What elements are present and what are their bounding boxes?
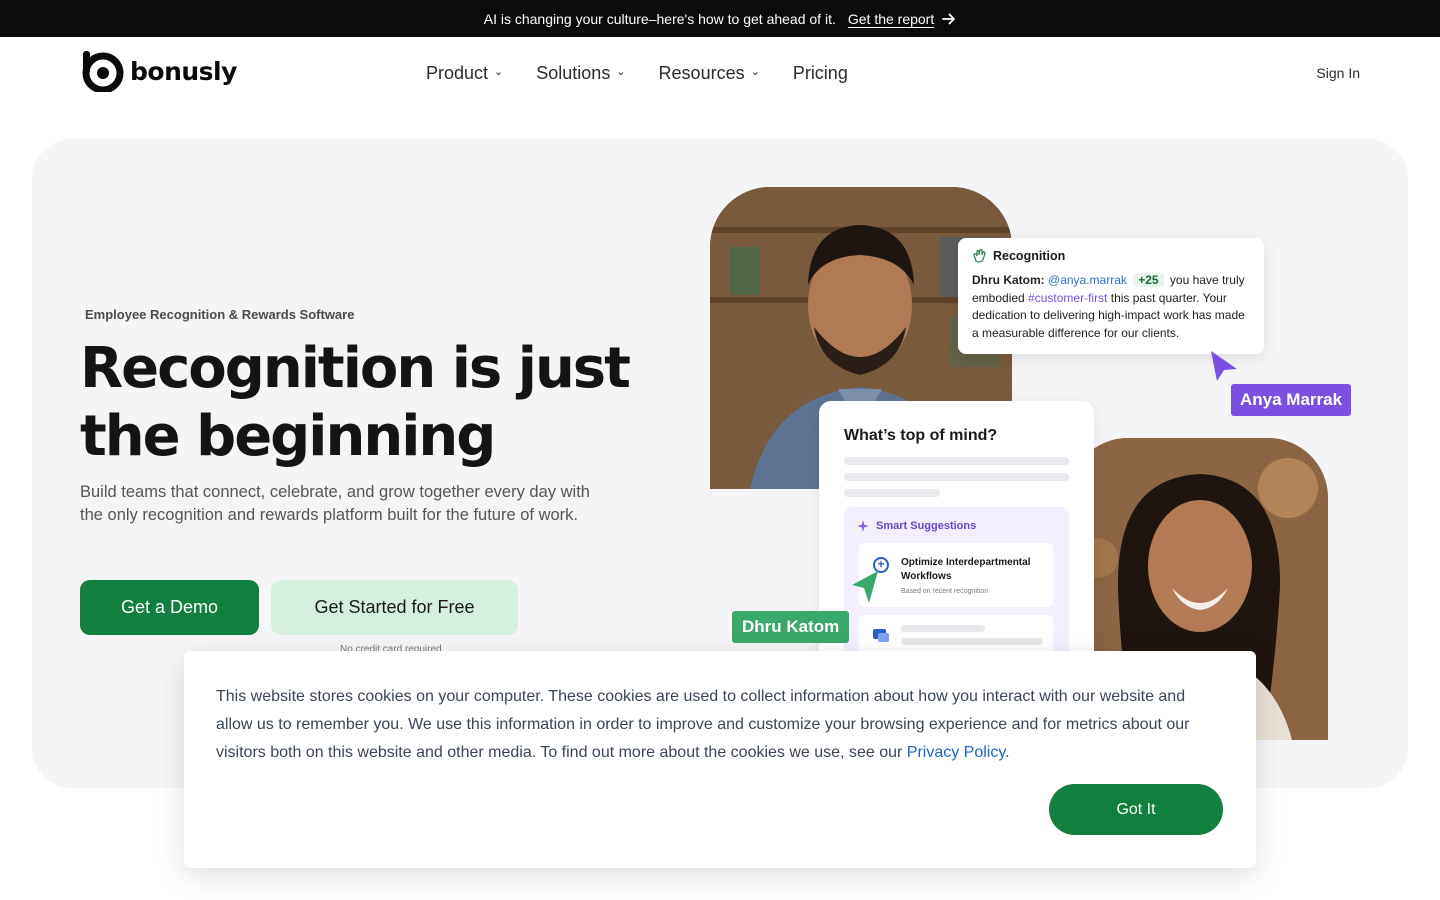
recognition-card: Recognition Dhru Katom: @anya.marrak +25… <box>958 238 1264 354</box>
nav-item-label: Pricing <box>792 63 848 83</box>
hero-subheadline: Build teams that connect, celebrate, and… <box>80 483 590 524</box>
top-of-mind-card: What’s top of mind? Smart Suggestions + … <box>819 401 1094 671</box>
announcement-bar: AI is changing your culture–here's how t… <box>0 0 1440 37</box>
recognition-points-badge: +25 <box>1133 273 1164 287</box>
announcement-text: AI is changing your culture–here's how t… <box>483 10 836 27</box>
bonusly-logo-icon <box>82 51 124 92</box>
placeholder-line <box>901 625 985 632</box>
top-nav: bonusly Product ⌄ Solutions ⌄ Resources … <box>0 37 1440 109</box>
suggestion-title: Optimize Interdepartmental Workflows <box>901 557 1031 582</box>
cookie-message: This website stores cookies on your comp… <box>216 683 1206 767</box>
suggestion-item[interactable] <box>859 615 1053 655</box>
recognition-card-title: Recognition <box>993 248 1066 263</box>
recognition-sender: Dhru Katom: <box>972 273 1045 287</box>
green-cursor-icon <box>852 571 878 603</box>
nav-item-solutions[interactable]: Solutions ⌄ <box>536 63 625 84</box>
chat-bubble-icon <box>873 629 889 642</box>
placeholder-line <box>844 457 1069 465</box>
chevron-down-icon: ⌄ <box>616 66 626 78</box>
brand-logo[interactable]: bonusly <box>80 50 237 92</box>
smart-suggestions-title: Smart Suggestions <box>876 520 977 532</box>
got-it-button[interactable]: Got It <box>1049 784 1223 835</box>
nav-item-label: Solutions <box>536 63 611 83</box>
nav-item-label: Product <box>426 63 489 83</box>
hero-eyebrow: Employee Recognition & Rewards Software <box>85 307 355 322</box>
cookie-text: This website stores cookies on your comp… <box>216 688 1190 761</box>
recognition-mention: @anya.marrak <box>1048 273 1127 287</box>
placeholder-line <box>844 473 1069 481</box>
get-a-demo-button[interactable]: Get a Demo <box>80 580 259 635</box>
arrow-right-icon <box>942 13 956 24</box>
get-the-report-link[interactable]: Get the report <box>848 11 956 27</box>
nav-item-product[interactable]: Product ⌄ <box>426 63 503 84</box>
suggestion-item[interactable]: + Optimize Interdepartmental Workflows B… <box>859 543 1053 607</box>
placeholder-line <box>844 489 940 497</box>
cookie-text-end: . <box>1005 744 1010 761</box>
hero-headline: Recognition is just the beginning <box>80 336 631 469</box>
nav-item-pricing[interactable]: Pricing <box>793 63 848 84</box>
anya-name-label: Anya Marrak <box>1231 384 1352 416</box>
sign-in-link[interactable]: Sign In <box>1316 65 1360 81</box>
privacy-policy-link[interactable]: Privacy Policy <box>907 744 1005 761</box>
dhru-name-label: Dhru Katom <box>732 611 850 643</box>
nav-item-label: Resources <box>658 63 745 83</box>
purple-cursor-icon <box>1211 351 1237 381</box>
recognition-message: Dhru Katom: @anya.marrak +25 you have tr… <box>972 272 1250 342</box>
suggestion-subtitle: Based on recent recognition <box>901 588 989 595</box>
clapping-hands-icon <box>973 248 986 263</box>
recognition-card-header: Recognition <box>972 248 1250 263</box>
top-of-mind-title: What’s top of mind? <box>844 427 998 444</box>
cookie-banner: This website stores cookies on your comp… <box>184 651 1256 868</box>
sparkle-icon <box>857 520 869 532</box>
nav-item-resources[interactable]: Resources ⌄ <box>659 63 760 84</box>
recognition-hashtag: #customer-first <box>1028 290 1108 305</box>
placeholder-line <box>901 638 1043 645</box>
chevron-down-icon: ⌄ <box>494 66 504 78</box>
get-started-free-button[interactable]: Get Started for Free <box>271 580 518 635</box>
smart-suggestions-header: Smart Suggestions <box>856 519 1057 533</box>
get-the-report-label: Get the report <box>847 10 935 27</box>
main-menu: Product ⌄ Solutions ⌄ Resources ⌄ Pricin… <box>426 63 848 84</box>
chevron-down-icon: ⌄ <box>750 66 760 78</box>
brand-name: bonusly <box>130 56 237 86</box>
